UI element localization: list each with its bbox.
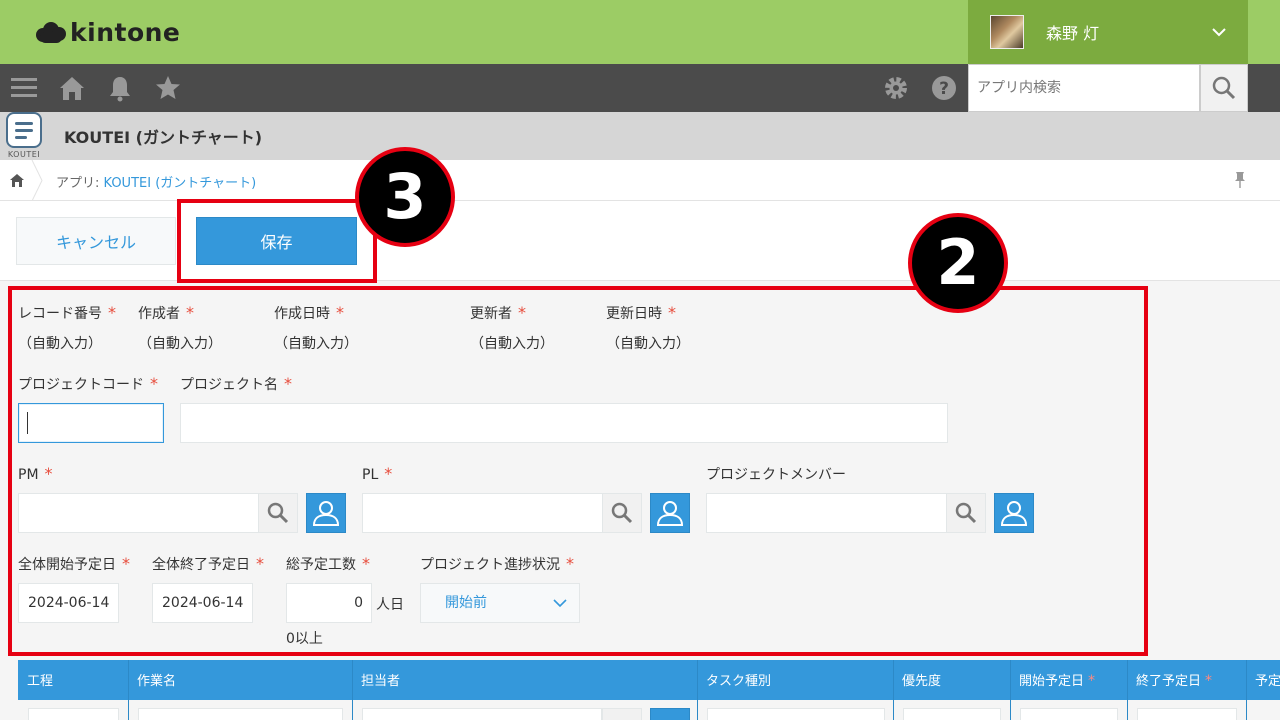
column-start-date: 開始予定日 * [1019, 673, 1096, 689]
pin-icon[interactable] [1232, 170, 1248, 190]
user-menu[interactable]: 森野 灯 [968, 0, 1248, 64]
search-icon [1212, 76, 1236, 100]
kintone-logo[interactable]: kintone [34, 18, 180, 47]
annotation-badge-3: 3 [355, 147, 455, 247]
user-name: 森野 灯 [1046, 24, 1100, 43]
breadcrumb: アプリ: KOUTEI (ガントチャート) [0, 160, 1280, 201]
column-assignee: 担当者 [361, 674, 401, 689]
home-icon[interactable] [9, 172, 25, 188]
annotation-form-highlight [8, 286, 1148, 656]
column-task-name: 作業名 [137, 674, 177, 689]
column-end-date: 終了予定日 * [1136, 673, 1213, 689]
assignee-search-button[interactable] [602, 708, 642, 720]
process-cell-input[interactable] [28, 708, 119, 720]
task-name-cell-input[interactable] [138, 708, 343, 720]
column-process: 工程 [27, 674, 54, 689]
column-divider [352, 660, 353, 720]
annotation-save-highlight [177, 199, 377, 283]
app-icon[interactable]: KOUTEI [4, 112, 44, 160]
app-search-button[interactable] [1200, 64, 1248, 112]
start-date-cell-input[interactable] [1020, 708, 1118, 720]
home-icon[interactable] [58, 74, 86, 102]
column-priority: 優先度 [902, 674, 942, 689]
column-divider [1010, 660, 1011, 720]
app-title: KOUTEI (ガントチャート) [64, 128, 263, 147]
help-icon[interactable]: ? [930, 74, 958, 102]
column-task-type: タスク種別 [706, 674, 772, 689]
column-divider [128, 660, 129, 720]
svg-text:?: ? [939, 79, 949, 99]
avatar [990, 15, 1024, 49]
column-divider [1127, 660, 1128, 720]
cancel-button[interactable]: キャンセル [16, 217, 176, 265]
breadcrumb-app: アプリ: KOUTEI (ガントチャート) [56, 172, 256, 191]
app-icon-label: KOUTEI [7, 150, 41, 159]
kintone-cloud-icon [34, 20, 68, 46]
assignee-cell-input[interactable] [362, 708, 602, 720]
app-search-input[interactable] [969, 65, 1199, 111]
column-planned: 予定 [1255, 674, 1280, 689]
task-type-cell-input[interactable] [707, 708, 885, 720]
assignee-user-select-button[interactable] [650, 708, 690, 720]
end-date-cell-input[interactable] [1137, 708, 1237, 720]
column-divider [1246, 660, 1247, 720]
annotation-badge-2: 2 [908, 213, 1008, 313]
column-divider [697, 660, 698, 720]
priority-cell-input[interactable] [903, 708, 1001, 720]
chevron-down-icon [1212, 28, 1226, 37]
breadcrumb-separator [31, 160, 43, 201]
bell-icon[interactable] [106, 74, 134, 102]
brand-name: kintone [70, 18, 181, 47]
column-divider [893, 660, 894, 720]
breadcrumb-app-link[interactable]: KOUTEI (ガントチャート) [104, 176, 257, 191]
app-search [968, 64, 1200, 112]
star-icon[interactable] [154, 74, 182, 102]
menu-icon[interactable] [10, 74, 38, 102]
breadcrumb-prefix: アプリ: [56, 176, 104, 191]
gear-icon[interactable] [882, 74, 910, 102]
